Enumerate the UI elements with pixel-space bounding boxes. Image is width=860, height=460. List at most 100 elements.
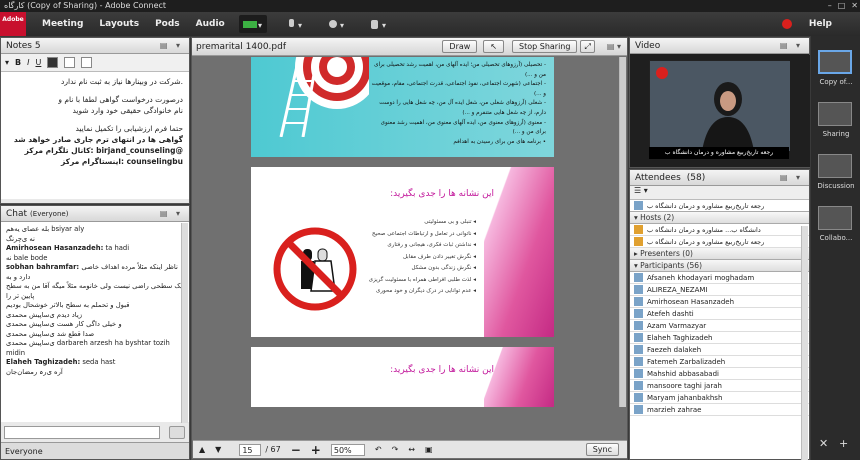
status-menu-icon[interactable]: ☰ ▾	[634, 186, 648, 195]
pod-options-icon[interactable]: ▤ ▾	[607, 42, 621, 51]
sync-button[interactable]: Sync	[585, 443, 619, 456]
host-row[interactable]: دانشگاه ب... مشاوره و درمان دانشگاه ب	[630, 224, 809, 236]
chat-message: sobhan bahramfar: ناظر اینکه مثلاً مرده …	[6, 263, 184, 282]
participant-row[interactable]: marzieh zahrae	[630, 404, 809, 416]
fullscreen-icon[interactable]: ⤢	[580, 40, 595, 53]
add-layout-icon[interactable]: +	[839, 437, 848, 450]
participant-row[interactable]: Azam Varmazyar	[630, 320, 809, 332]
layout-label[interactable]: Copy of...	[813, 78, 859, 86]
bullet-list-icon[interactable]	[64, 57, 76, 68]
zoom-select[interactable]: 50%	[330, 443, 365, 456]
maximize-icon[interactable]: □	[838, 0, 846, 12]
hand-icon: ▾	[370, 20, 386, 30]
webcam-icon: ▾	[328, 20, 344, 30]
close-icon[interactable]: ✕	[851, 0, 858, 12]
host-icon	[634, 237, 643, 246]
chat-message: قبول و تحملم به سطح بالاتر خوشحال بودیم	[6, 301, 184, 311]
pod-options-icon[interactable]: ▤ ▾	[160, 206, 183, 222]
redo-icon[interactable]: ↷	[392, 445, 399, 454]
zoom-out-icon[interactable]: −	[291, 443, 301, 457]
notes-line: counselingbu :اینستاگرام مرکز	[60, 157, 183, 166]
notes-line: درصورت درخواست گواهی لطفا با نام و	[58, 95, 183, 104]
menu-audio[interactable]: Audio	[196, 19, 225, 29]
participant-row[interactable]: mansoore taghi jarah	[630, 380, 809, 392]
chat-message-input[interactable]	[4, 426, 160, 439]
align-icon[interactable]	[81, 57, 93, 68]
draw-button[interactable]: Draw	[442, 40, 478, 53]
minimize-icon[interactable]: –	[828, 0, 832, 12]
layout-thumbnail[interactable]	[818, 50, 852, 74]
participants-section[interactable]: ▾ Participants (56)	[630, 260, 809, 272]
fit-page-icon[interactable]: ▣	[425, 445, 433, 454]
participant-row[interactable]: Elaheh Taghizadeh	[630, 332, 809, 344]
text-color-icon[interactable]	[47, 57, 59, 68]
stop-sharing-button[interactable]: Stop Sharing	[512, 40, 578, 53]
speaker-button[interactable]: ▾	[238, 15, 267, 33]
slide-bullet: ◂ عدم توانایی در درک دیگران و خود محوری	[376, 288, 476, 294]
page-down-icon[interactable]: ▼	[215, 445, 221, 454]
participant-row[interactable]: Atefeh dashti	[630, 308, 809, 320]
page-up-icon[interactable]: ▲	[199, 445, 205, 454]
notes-line	[7, 116, 183, 123]
slide-warning-signs: این نشانه ها را جدی بگیرید: ◂ تنبلی و بی…	[251, 167, 554, 337]
notes-content[interactable]: .شرکت در وبینارها نیاز به ثبت نام ندارد د…	[1, 72, 189, 199]
chat-text: نه bale bode	[6, 253, 48, 262]
pod-options-icon[interactable]: ▤ ▾	[780, 170, 803, 186]
slide-pink-decoration	[484, 347, 554, 407]
participant-row[interactable]: Maryam jahanbakhsh	[630, 392, 809, 404]
layout-label[interactable]: Discussion	[813, 182, 859, 190]
pod-options-icon[interactable]: ▤ ▾	[780, 38, 803, 54]
undo-icon[interactable]: ↶	[375, 445, 382, 454]
chat-scrollbar[interactable]	[181, 223, 188, 423]
document-viewer[interactable]: - تحصیلی (آرزوهای تحصیلی من؛ ایده آلهای …	[193, 57, 627, 407]
layout-thumbnail[interactable]	[818, 154, 852, 178]
hosts-section[interactable]: ▾ Hosts (2)	[630, 212, 809, 224]
layout-label[interactable]: Sharing	[813, 130, 859, 138]
participant-row[interactable]: ALIREZA_NEZAMI	[630, 284, 809, 296]
participant-row[interactable]: Faezeh dalakeh	[630, 344, 809, 356]
participant-row[interactable]: Mahshid abbasabadi	[630, 368, 809, 380]
italic-icon[interactable]: I	[27, 58, 29, 67]
layout-thumbnail[interactable]	[818, 102, 852, 126]
webcam-button[interactable]: ▾	[323, 15, 351, 33]
svg-text:▾: ▾	[340, 21, 344, 30]
menu-meeting[interactable]: Meeting	[42, 19, 83, 29]
chat-text: یک سطحی راضی نیست ولی خانومه مثلاً میگه …	[6, 282, 183, 300]
pointer-button[interactable]: ↖	[483, 40, 505, 53]
hosts-label: Hosts (2)	[640, 213, 675, 222]
record-icon[interactable]	[782, 19, 792, 29]
chat-messages: بله عصای یه‌هم bsiyar aly نه ی‌چرنگ Amirho…	[1, 222, 189, 422]
font-size-icon[interactable]: ▾	[5, 58, 9, 67]
chat-message: نه bale bode	[6, 254, 184, 264]
microphone-button[interactable]: ▾	[281, 15, 309, 33]
participant-row[interactable]: Fatemeh Zarbalizadeh	[630, 356, 809, 368]
chat-message: یک سطحی راضی نیست ولی خانومه مثلاً میگه …	[6, 282, 184, 301]
layout-label[interactable]: Collabo...	[813, 234, 859, 242]
chat-text: seda hast	[80, 358, 116, 366]
tools-icon[interactable]: ✕	[819, 437, 828, 450]
share-file-name: premarital 1400.pdf	[196, 41, 286, 52]
pod-options-icon[interactable]: ▤ ▾	[160, 38, 183, 54]
page-number-input[interactable]: 15	[239, 443, 262, 456]
chat-recipient-tab[interactable]: Everyone	[1, 442, 189, 459]
document-scrollbar[interactable]	[619, 57, 626, 407]
menu-pods[interactable]: Pods	[155, 19, 180, 29]
chat-message: آره ی‌رہ رمضان‌جان	[6, 368, 184, 378]
fit-width-icon[interactable]: ↔	[408, 445, 415, 454]
slide-bullet: ◂ نگرش زندگی بدون مشکل	[411, 265, 476, 271]
layout-thumbnail[interactable]	[818, 206, 852, 230]
presenters-section[interactable]: ▸ Presenters (0)	[630, 248, 809, 260]
zoom-in-icon[interactable]: +	[311, 443, 321, 457]
underline-icon[interactable]: U	[35, 58, 41, 67]
notes-line	[7, 87, 183, 94]
raise-hand-button[interactable]: ▾	[365, 15, 393, 33]
menu-help[interactable]: Help	[809, 19, 832, 29]
bold-icon[interactable]: B	[15, 58, 21, 67]
host-row[interactable]: رجعه تاریخ‌ربیع مشاوره و درمان دانشگاه ب	[630, 236, 809, 248]
webcam-feed[interactable]	[649, 60, 790, 151]
attendees-scrollbar[interactable]	[801, 226, 808, 460]
menu-layouts[interactable]: Layouts	[99, 19, 139, 29]
participant-row[interactable]: Afsaneh khodayari moghadam	[630, 272, 809, 284]
send-message-icon[interactable]	[169, 426, 185, 439]
participant-row[interactable]: Amirhosean Hasanzadeh	[630, 296, 809, 308]
